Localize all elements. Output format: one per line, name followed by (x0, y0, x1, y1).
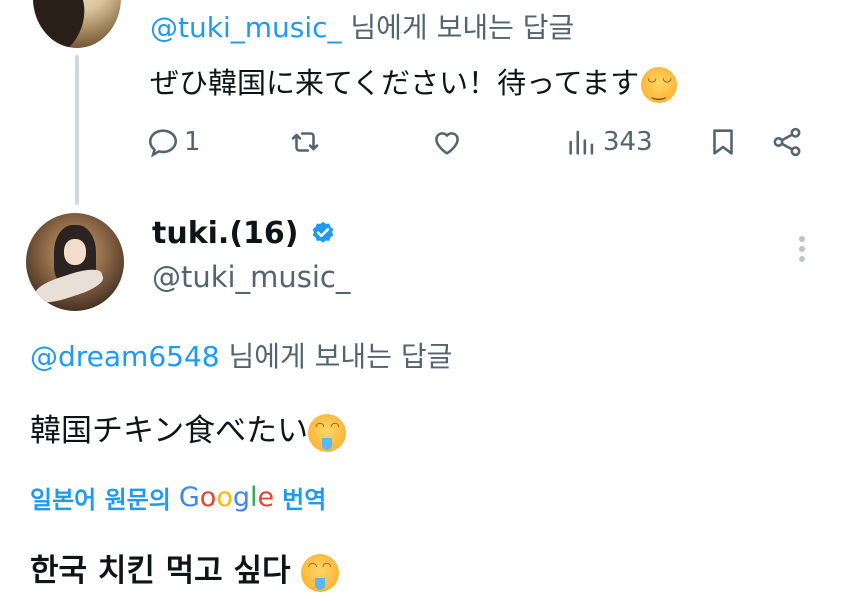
parent-avatar[interactable] (33, 0, 121, 48)
bookmark-icon (713, 129, 733, 155)
main-tweet-text: 韓国チキン食べたい (30, 405, 347, 452)
main-tweet-text-content: 韓国チキン食べたい (30, 413, 309, 449)
heart-icon (435, 132, 459, 155)
main-reply-context: @dream6548 님에게 보내는 답글 (30, 335, 452, 375)
bookmark-button[interactable] (706, 125, 740, 159)
like-button[interactable] (430, 125, 464, 159)
author-display-name[interactable]: tuki.(16) (152, 216, 337, 251)
reply-icon (148, 129, 178, 158)
google-logo: Google (178, 482, 275, 513)
translation-attribution[interactable]: 일본어 원문의 Google 번역 (30, 480, 326, 515)
views-button[interactable]: 343 (565, 125, 653, 159)
retweet-icon (291, 132, 319, 152)
author-avatar[interactable] (26, 213, 124, 311)
translated-tweet-text: 한국 치킨 먹고 싶다 (30, 545, 340, 592)
drooling-face-icon (301, 553, 340, 592)
parent-tweet-text-content: ぜひ韓国に来てください！待ってます (150, 66, 640, 100)
share-button[interactable] (770, 125, 804, 159)
translated-text-content: 한국 치킨 먹고 싶다 (30, 553, 302, 589)
reply-button[interactable]: 1 (146, 125, 201, 159)
verified-badge-icon (312, 221, 333, 243)
more-options-icon[interactable] (790, 232, 814, 272)
parent-reply-mention-link[interactable]: @tuki_music_ (150, 11, 342, 44)
main-reply-suffix: 님에게 보내는 답글 (219, 340, 453, 373)
translation-prefix: 일본어 원문의 (30, 486, 171, 514)
author-name-text: tuki.(16) (152, 216, 299, 251)
parent-action-bar: 1 343 (0, 125, 850, 165)
views-count: 343 (603, 127, 653, 157)
share-icon (773, 127, 801, 157)
retweet-button[interactable] (288, 125, 322, 159)
main-reply-mention-link[interactable]: @dream6548 (30, 340, 220, 373)
reply-count: 1 (184, 127, 201, 157)
smiling-face-icon (641, 67, 678, 103)
analytics-icon (569, 130, 594, 155)
parent-reply-suffix: 님에게 보내는 답글 (341, 11, 575, 44)
parent-reply-context: @tuki_music_ 님에게 보내는 답글 (150, 6, 574, 46)
author-handle[interactable]: @tuki_music_ (152, 260, 350, 294)
drooling-face-icon (308, 413, 347, 452)
parent-tweet-text: ぜひ韓国に来てください！待ってます (150, 60, 678, 103)
translation-suffix: 번역 (282, 486, 327, 514)
avatar-face (64, 239, 86, 265)
